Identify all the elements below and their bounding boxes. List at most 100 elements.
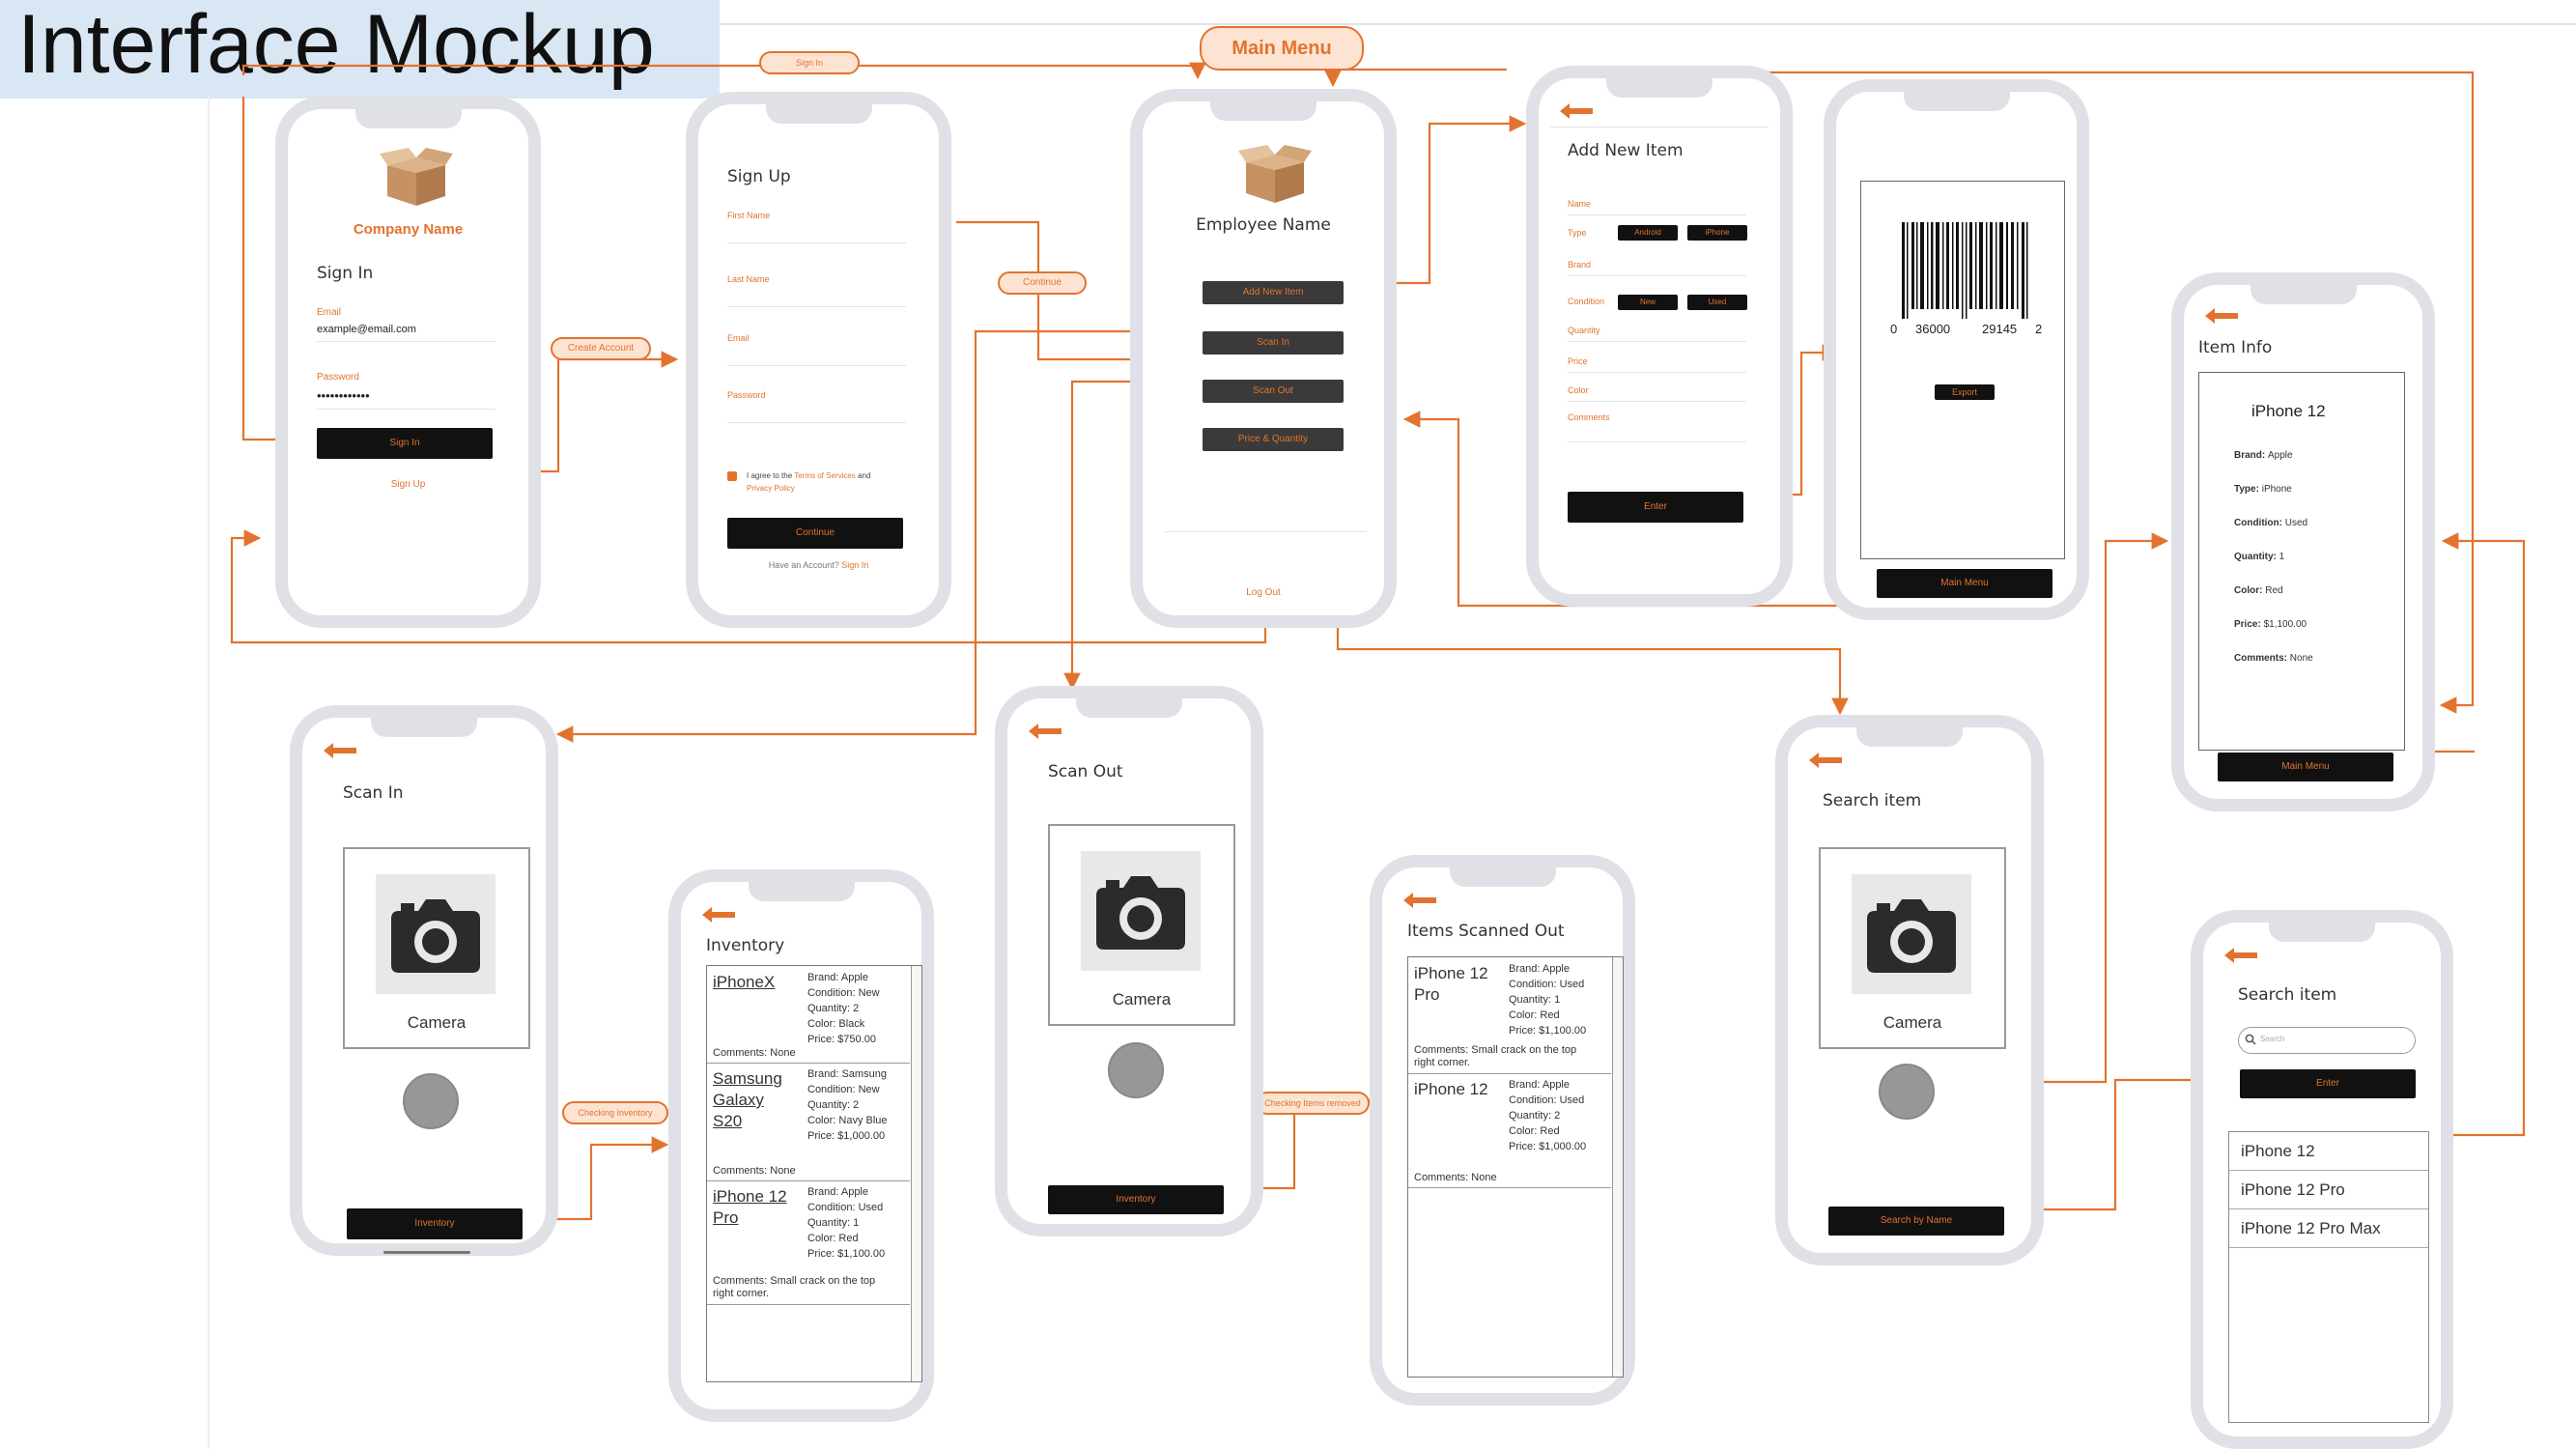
list-item-name[interactable]: iPhone 12 Pro: [713, 1186, 805, 1229]
back-arrow-icon[interactable]: [1403, 893, 1436, 908]
price-field[interactable]: Price: [1568, 356, 1746, 373]
password-field[interactable]: ••••••••••••: [317, 388, 495, 410]
type-iphone-button[interactable]: iPhone: [1687, 225, 1747, 241]
search-text-heading: Search item: [2238, 985, 2337, 1005]
barcode-digit-2: 29145: [1982, 322, 2018, 336]
checkbox-icon[interactable]: [727, 471, 737, 481]
camera-icon: [1096, 876, 1185, 950]
color-field[interactable]: Color: [1568, 385, 1746, 402]
item-info-name: iPhone 12: [2251, 402, 2326, 420]
pill-continue: Continue: [998, 271, 1087, 295]
pill-main-menu: Main Menu: [1200, 26, 1364, 71]
quantity-field[interactable]: Quantity: [1568, 326, 1746, 342]
signup-continue-button[interactable]: Continue: [727, 518, 903, 549]
list-item-details: Brand: Apple Condition: Used Quantity: 2 Co…: [1509, 1079, 1587, 1152]
back-arrow-icon[interactable]: [2224, 948, 2257, 963]
camera-label: Camera: [407, 1013, 467, 1032]
inventory-list[interactable]: iPhoneX Brand: Apple Condition: New Quantit…: [706, 965, 922, 1382]
item-info-field-value: 1: [2279, 552, 2285, 562]
password-label: Password: [317, 372, 359, 383]
name-field[interactable]: Name: [1568, 199, 1746, 215]
add-new-item-button[interactable]: Add New Item: [1203, 281, 1344, 304]
scan-in-inventory-button[interactable]: Inventory: [347, 1208, 523, 1239]
condition-new-button[interactable]: New: [1618, 295, 1678, 310]
list-item[interactable]: iPhone 12 Brand: Apple Condition: Used Quan…: [1408, 1073, 1611, 1188]
pill-create-account: Create Account: [551, 337, 651, 360]
list-item-details: Brand: Apple Condition: Used Quantity: 1 Co…: [1509, 963, 1587, 1037]
search-result-item[interactable]: iPhone 12: [2229, 1132, 2428, 1171]
signup-signin-link[interactable]: Sign In: [841, 560, 868, 570]
scanned-out-heading: Items Scanned Out: [1407, 922, 1565, 941]
shutter-button[interactable]: [1879, 1064, 1935, 1120]
shutter-button[interactable]: [1108, 1042, 1164, 1098]
export-button[interactable]: Export: [1935, 384, 1995, 400]
camera-label: Camera: [1112, 990, 1172, 1009]
signup-password-field[interactable]: Password: [727, 390, 906, 423]
scanned-out-scrollbar[interactable]: [1612, 957, 1623, 1377]
list-item-name[interactable]: iPhone 12: [1414, 1079, 1506, 1100]
company-name: Company Name: [353, 221, 464, 238]
list-item[interactable]: Samsung Galaxy S20 Brand: Samsung Condition:…: [707, 1063, 910, 1181]
and-text: and: [858, 471, 871, 480]
brand-field[interactable]: Brand: [1568, 260, 1746, 276]
type-label: Type: [1568, 228, 1587, 238]
employee-name: Employee Name: [1196, 215, 1331, 235]
privacy-link[interactable]: Privacy Policy: [747, 484, 795, 493]
condition-label: Condition: [1568, 297, 1605, 306]
search-result-item[interactable]: iPhone 12 Pro Max: [2229, 1209, 2428, 1248]
list-item-name[interactable]: iPhoneX: [713, 972, 805, 993]
price-quantity-button[interactable]: Price & Quantity: [1203, 428, 1344, 451]
search-enter-button[interactable]: Enter: [2240, 1069, 2416, 1098]
search-result-item[interactable]: iPhone 12 Pro: [2229, 1171, 2428, 1209]
list-item-comments: Comments: None: [1414, 1172, 1497, 1183]
back-arrow-icon[interactable]: [324, 743, 356, 758]
signup-email-field[interactable]: Email: [727, 333, 906, 366]
signin-button[interactable]: Sign In: [317, 428, 493, 459]
barcode-digit-1: 36000: [1915, 322, 1951, 336]
inventory-scrollbar[interactable]: [911, 966, 921, 1381]
home-indicator: [383, 1251, 470, 1254]
terms-link[interactable]: Terms of Services: [794, 471, 856, 480]
search-by-name-button[interactable]: Search by Name: [1828, 1207, 2004, 1236]
scanned-out-list[interactable]: iPhone 12 Pro Brand: Apple Condition: Used Q…: [1407, 956, 1624, 1378]
item-info-field: Quantity: 1: [2234, 552, 2284, 562]
enter-button[interactable]: Enter: [1568, 492, 1743, 523]
item-info-field-key: Price:: [2234, 619, 2264, 630]
item-info-field-key: Quantity:: [2234, 552, 2279, 562]
item-info-field-key: Comments:: [2234, 653, 2290, 664]
back-arrow-icon[interactable]: [1560, 103, 1593, 119]
item-info-main-menu-button[interactable]: Main Menu: [2218, 753, 2393, 781]
signup-link[interactable]: Sign Up: [288, 479, 528, 490]
scan-out-inventory-button[interactable]: Inventory: [1048, 1185, 1224, 1214]
phone-scan-in: Scan In Camera Inventory: [290, 705, 558, 1256]
list-item[interactable]: iPhone 12 Pro Brand: Apple Condition: Used Q…: [1408, 957, 1611, 1074]
last-name-field[interactable]: Last Name: [727, 274, 906, 307]
camera-icon: [391, 899, 480, 973]
list-item[interactable]: iPhoneX Brand: Apple Condition: New Quantit…: [707, 966, 910, 1064]
list-item-name[interactable]: Samsung Galaxy S20: [713, 1068, 805, 1132]
agree-text: I agree to the: [747, 471, 793, 480]
search-input[interactable]: Search: [2238, 1027, 2416, 1054]
first-name-field[interactable]: First Name: [727, 211, 906, 243]
phone-barcode: 0 36000 29145 2 Export Main Menu: [1824, 79, 2089, 620]
comments-field[interactable]: Comments: [1568, 412, 1746, 442]
barcode-icon: [1902, 222, 2028, 319]
item-info-field-value: Used: [2284, 518, 2308, 528]
scan-out-button[interactable]: Scan Out: [1203, 380, 1344, 403]
scan-in-button[interactable]: Scan In: [1203, 331, 1344, 355]
back-arrow-icon[interactable]: [1809, 753, 1842, 768]
list-item-name[interactable]: iPhone 12 Pro: [1414, 963, 1506, 1006]
type-android-button[interactable]: Android: [1618, 225, 1678, 241]
back-arrow-icon[interactable]: [1029, 724, 1062, 739]
back-arrow-icon[interactable]: [702, 907, 735, 923]
barcode-main-menu-button[interactable]: Main Menu: [1877, 569, 2052, 598]
item-info-field-value: Apple: [2268, 450, 2293, 461]
list-item[interactable]: iPhone 12 Pro Brand: Apple Condition: Used Q…: [707, 1180, 910, 1305]
phone-search-camera: Search item Camera Search by Name: [1775, 715, 2044, 1265]
back-arrow-icon[interactable]: [2205, 308, 2238, 324]
item-info-field: Color: Red: [2234, 585, 2283, 596]
condition-used-button[interactable]: Used: [1687, 295, 1747, 310]
email-field[interactable]: example@email.com: [317, 324, 495, 342]
shutter-button[interactable]: [403, 1073, 459, 1129]
logout-link[interactable]: Log Out: [1143, 587, 1384, 598]
